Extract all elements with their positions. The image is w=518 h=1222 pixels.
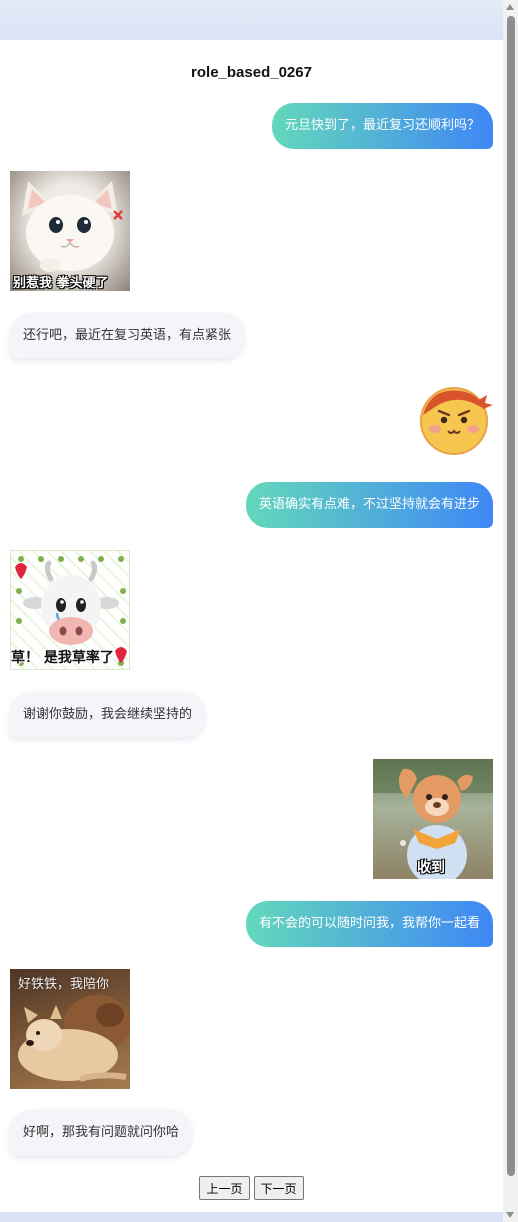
chat-title: role_based_0267: [191, 64, 312, 81]
top-banner: [0, 0, 503, 40]
vertical-scrollbar[interactable]: [503, 0, 518, 1222]
scroll-up-arrow-icon[interactable]: [506, 4, 514, 10]
emoji-face-icon: [420, 387, 493, 455]
received-message: 还行吧，最近在复习英语，有点紧张: [10, 313, 245, 359]
angry-cat-sticker: 别惹我 拳头硬了: [10, 171, 130, 291]
sticker-caption: 别惹我 拳头硬了: [13, 276, 109, 291]
sent-message: 有不会的可以随时问我，我帮你一起看: [245, 901, 493, 947]
cow-emoji-sticker: 草！ 是我草率了: [10, 550, 130, 670]
pagination: 上一页 下一页: [0, 1176, 503, 1200]
scrollbar-thumb[interactable]: [507, 16, 515, 1176]
sticker-caption: 好铁铁，我陪你: [18, 977, 110, 992]
prev-page-button[interactable]: 上一页: [199, 1176, 250, 1200]
received-message: 好啊，那我有问题就问你哈: [10, 1110, 193, 1156]
scroll-down-arrow-icon[interactable]: [506, 1212, 514, 1218]
bottom-banner: [0, 1212, 503, 1222]
next-page-button[interactable]: 下一页: [253, 1176, 304, 1200]
received-message: 谢谢你鼓励，我会继续坚持的: [10, 692, 206, 738]
sticker-caption: 收到: [417, 860, 445, 876]
sent-message: 元旦快到了，最近复习还顺利吗？: [271, 103, 493, 149]
sticker-caption: 草！ 是我草率了: [11, 650, 114, 666]
sent-message: 英语确实有点难，不过坚持就会有进步: [245, 482, 493, 528]
saluting-mascot-sticker: 收到: [373, 759, 493, 879]
chat-page: role_based_0267 元旦快到了，最近复习还顺利吗？ 别惹我 拳头硬了…: [0, 40, 503, 1212]
smiling-emoji-sticker: [413, 385, 493, 465]
dogs-sticker: 好铁铁，我陪你: [10, 969, 130, 1089]
